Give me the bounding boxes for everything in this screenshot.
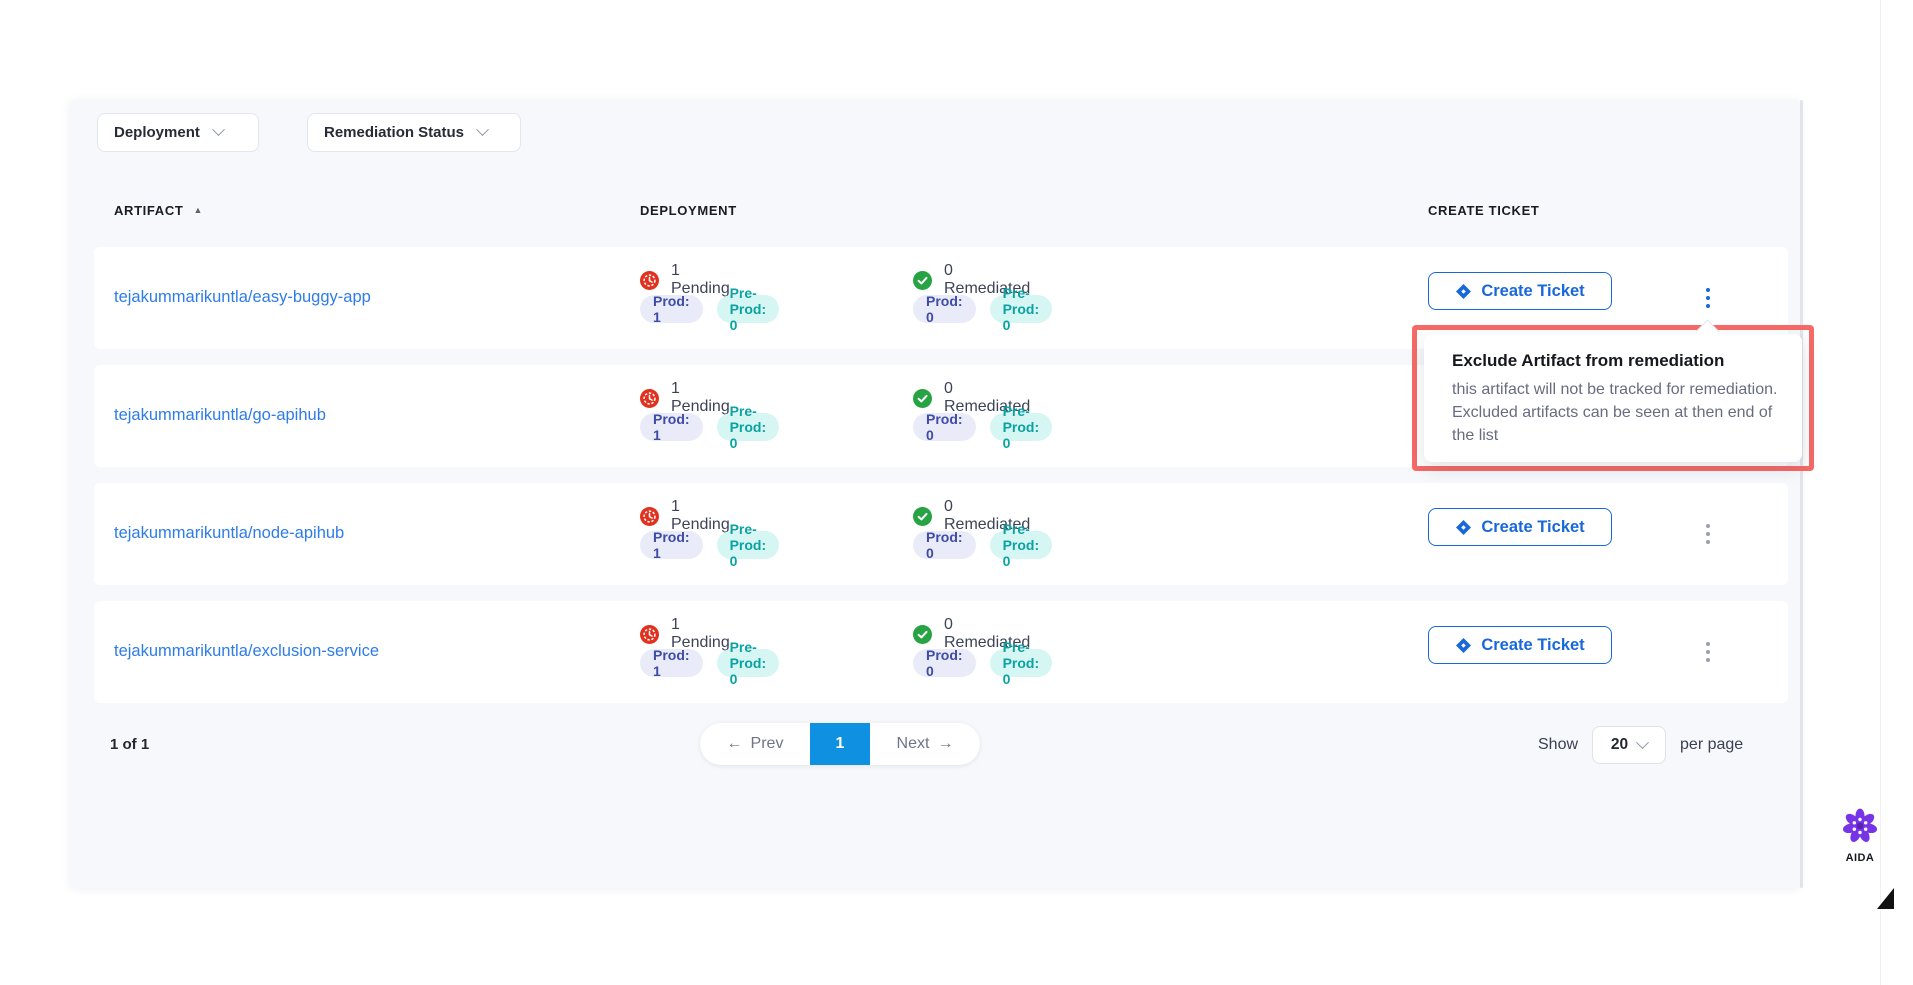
remediation-filter-label: Remediation Status <box>324 124 464 141</box>
kebab-icon <box>1706 540 1711 545</box>
row-menu-button[interactable] <box>1694 631 1722 673</box>
prod-count-badge: Prod: 1 <box>640 531 703 559</box>
create-ticket-label: Create Ticket <box>1481 518 1584 537</box>
page-size-dropdown[interactable]: 20 <box>1592 726 1666 764</box>
prod-count-badge: Prod: 1 <box>640 295 703 323</box>
panel-scrollbar[interactable] <box>1800 100 1803 888</box>
page-summary: 1 of 1 <box>110 736 149 753</box>
kebab-icon <box>1706 304 1711 309</box>
aida-flower-icon <box>1842 808 1878 844</box>
table-row: tejakummarikuntla/exclusion-service 1 Pe… <box>94 601 1788 703</box>
page: Deployment Remediation Status ARTIFACT ▲… <box>0 0 1913 985</box>
chevron-down-icon <box>476 123 489 136</box>
page-size-control: Show 20 per page <box>1538 726 1743 764</box>
next-label: Next <box>897 735 930 753</box>
create-ticket-label: Create Ticket <box>1481 636 1584 655</box>
preprod-count-badge: Pre-Prod: 0 <box>717 531 780 559</box>
preprod-count-badge: Pre-Prod: 0 <box>717 295 780 323</box>
arrow-left-icon: ← <box>727 735 743 753</box>
pending-timer-icon <box>640 271 659 290</box>
kebab-icon <box>1706 532 1711 537</box>
aida-assistant-button[interactable]: AIDA <box>1840 808 1880 864</box>
create-ticket-label: Create Ticket <box>1481 282 1584 301</box>
arrow-right-icon: → <box>937 735 953 753</box>
deployment-header-label: DEPLOYMENT <box>640 203 737 218</box>
remediation-status-filter-dropdown[interactable]: Remediation Status <box>307 113 521 152</box>
artifact-link[interactable]: tejakummarikuntla/exclusion-service <box>114 642 379 661</box>
prev-label: Prev <box>751 735 784 753</box>
exclude-artifact-tooltip: Exclude Artifact from remediation this a… <box>1424 334 1802 462</box>
pending-timer-icon <box>640 625 659 644</box>
kebab-icon <box>1706 642 1711 647</box>
remediated-check-icon <box>913 507 932 526</box>
sort-ascending-icon[interactable]: ▲ <box>193 206 203 215</box>
pending-timer-icon <box>640 507 659 526</box>
preprod-count-badge: Pre-Prod: 0 <box>717 649 780 677</box>
prod-count-badge: Prod: 0 <box>913 531 976 559</box>
deployment-filter-label: Deployment <box>114 124 200 141</box>
artifact-link[interactable]: tejakummarikuntla/node-apihub <box>114 524 344 543</box>
preprod-count-badge: Pre-Prod: 0 <box>717 413 780 441</box>
remediated-check-icon <box>913 389 932 408</box>
create-ticket-button[interactable]: Create Ticket <box>1428 508 1612 546</box>
create-ticket-button[interactable]: Create Ticket <box>1428 626 1612 664</box>
preprod-count-badge: Pre-Prod: 0 <box>990 413 1053 441</box>
chevron-down-icon <box>1636 736 1649 749</box>
pending-timer-icon <box>640 389 659 408</box>
deployment-filter-dropdown[interactable]: Deployment <box>97 113 259 152</box>
page-size-value: 20 <box>1611 736 1628 754</box>
aida-label: AIDA <box>1840 852 1880 864</box>
chevron-down-icon <box>212 123 225 136</box>
artifact-link[interactable]: tejakummarikuntla/easy-buggy-app <box>114 288 371 307</box>
artifact-link[interactable]: tejakummarikuntla/go-apihub <box>114 406 326 425</box>
row-menu-button[interactable] <box>1694 513 1722 555</box>
column-header-artifact[interactable]: ARTIFACT ▲ <box>114 203 203 218</box>
preprod-count-badge: Pre-Prod: 0 <box>990 295 1053 323</box>
ticket-diamond-icon <box>1455 519 1472 536</box>
per-page-label: per page <box>1680 736 1743 754</box>
tooltip-body: this artifact will not be tracked for re… <box>1452 379 1784 448</box>
create-ticket-header-label: CREATE TICKET <box>1428 203 1540 218</box>
kebab-icon <box>1706 524 1711 529</box>
preprod-count-badge: Pre-Prod: 0 <box>990 531 1053 559</box>
ticket-diamond-icon <box>1455 637 1472 654</box>
artifact-header-label: ARTIFACT <box>114 203 183 218</box>
prev-page-button[interactable]: ← Prev <box>700 723 810 765</box>
window-scrollbar[interactable] <box>1880 0 1881 985</box>
prod-count-badge: Prod: 0 <box>913 649 976 677</box>
kebab-icon <box>1706 296 1711 301</box>
artifacts-panel: Deployment Remediation Status ARTIFACT ▲… <box>70 100 1800 888</box>
kebab-icon <box>1706 288 1711 293</box>
create-ticket-button[interactable]: Create Ticket <box>1428 272 1612 310</box>
row-menu-button[interactable] <box>1694 277 1722 319</box>
prod-count-badge: Prod: 1 <box>640 649 703 677</box>
preprod-count-badge: Pre-Prod: 0 <box>990 649 1053 677</box>
current-page-button[interactable]: 1 <box>810 723 870 765</box>
pagination-control: ← Prev 1 Next → <box>700 723 980 765</box>
table-header-row: ARTIFACT ▲ DEPLOYMENT CREATE TICKET <box>70 203 1800 225</box>
column-header-create-ticket: CREATE TICKET <box>1428 203 1540 218</box>
show-label: Show <box>1538 736 1578 754</box>
kebab-icon <box>1706 658 1711 663</box>
ticket-diamond-icon <box>1455 283 1472 300</box>
prod-count-badge: Prod: 0 <box>913 295 976 323</box>
prod-count-badge: Prod: 0 <box>913 413 976 441</box>
remediated-check-icon <box>913 625 932 644</box>
kebab-icon <box>1706 650 1711 655</box>
tooltip-title: Exclude Artifact from remediation <box>1452 351 1778 371</box>
next-page-button[interactable]: Next → <box>870 723 980 765</box>
column-header-deployment: DEPLOYMENT <box>640 203 737 218</box>
prod-count-badge: Prod: 1 <box>640 413 703 441</box>
table-row: tejakummarikuntla/node-apihub 1 Pending … <box>94 483 1788 585</box>
remediated-check-icon <box>913 271 932 290</box>
